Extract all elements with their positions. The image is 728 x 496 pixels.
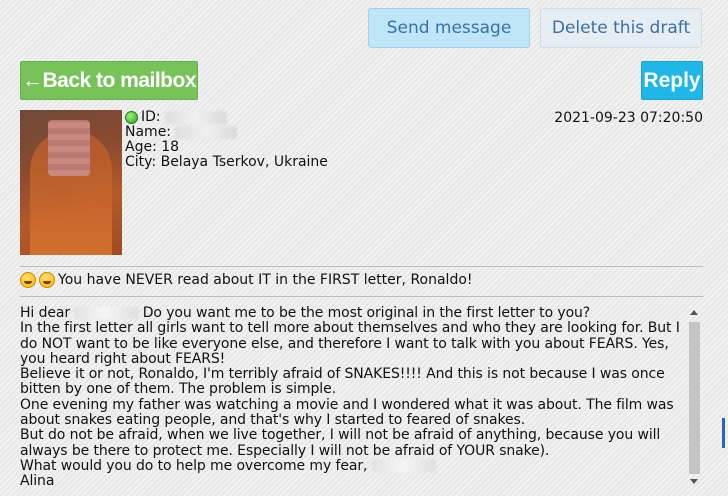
profile-name-redacted <box>175 126 238 139</box>
message-body[interactable]: Hi dear Do you want me to be the most or… <box>20 306 684 488</box>
message-scrollbar[interactable] <box>688 308 701 486</box>
paragraph: Believe it or not, Ronaldo, I'm terribly… <box>20 366 665 398</box>
rofl-emoji-icon <box>20 272 36 288</box>
paragraph: But do not be afraid, when we live toget… <box>20 427 661 459</box>
scroll-down-arrow-icon[interactable] <box>690 479 698 484</box>
greeting-start: Hi dear <box>20 306 71 321</box>
avatar[interactable] <box>20 110 122 255</box>
scroll-up-arrow-icon[interactable] <box>690 310 698 315</box>
profile-name-row: Name: <box>125 125 328 140</box>
online-status-icon <box>125 111 138 124</box>
reply-button[interactable]: Reply <box>641 61 703 100</box>
closing-line: What would you do to help me overcome my… <box>20 457 684 474</box>
paragraph: One evening my father was watching a mov… <box>20 396 674 429</box>
divider <box>20 296 703 297</box>
profile-id-redacted <box>164 111 227 124</box>
profile-city: City: Belaya Tserkov, Ukraine <box>125 154 328 170</box>
page-edge-scrollbar-marker <box>722 418 725 448</box>
greeting-rest: Do you want me to be the most original i… <box>138 306 591 321</box>
redacted-name <box>371 458 436 472</box>
yum-emoji-icon <box>39 272 55 288</box>
delete-draft-button[interactable]: Delete this draft <box>540 8 702 48</box>
paragraph: In the first letter all girls want to te… <box>20 320 680 367</box>
scrollbar-thumb[interactable] <box>689 322 700 474</box>
message-date: 2021-09-23 07:20:50 <box>554 110 703 126</box>
profile-age: Age: 18 <box>125 139 180 155</box>
subject-text: You have NEVER read about IT in the FIRS… <box>58 272 473 288</box>
profile-info: ID: Name: Age: 18 City: Belaya Tserkov, … <box>125 110 328 170</box>
avatar-face-blurred <box>48 120 90 176</box>
signature: Alina <box>20 473 55 488</box>
greeting-line: Hi dear Do you want me to be the most or… <box>20 306 684 321</box>
profile-id-label: ID: <box>141 109 161 125</box>
message-subject: You have NEVER read about IT in the FIRS… <box>20 272 473 288</box>
divider <box>20 266 703 267</box>
redacted-name <box>74 306 139 319</box>
closing-question: What would you do to help me overcome my… <box>20 457 368 474</box>
profile-id-row: ID: <box>125 110 328 125</box>
send-message-button[interactable]: Send message <box>368 8 530 48</box>
back-to-mailbox-button[interactable]: ←Back to mailbox <box>20 61 198 100</box>
profile-name-label: Name: <box>125 124 172 140</box>
